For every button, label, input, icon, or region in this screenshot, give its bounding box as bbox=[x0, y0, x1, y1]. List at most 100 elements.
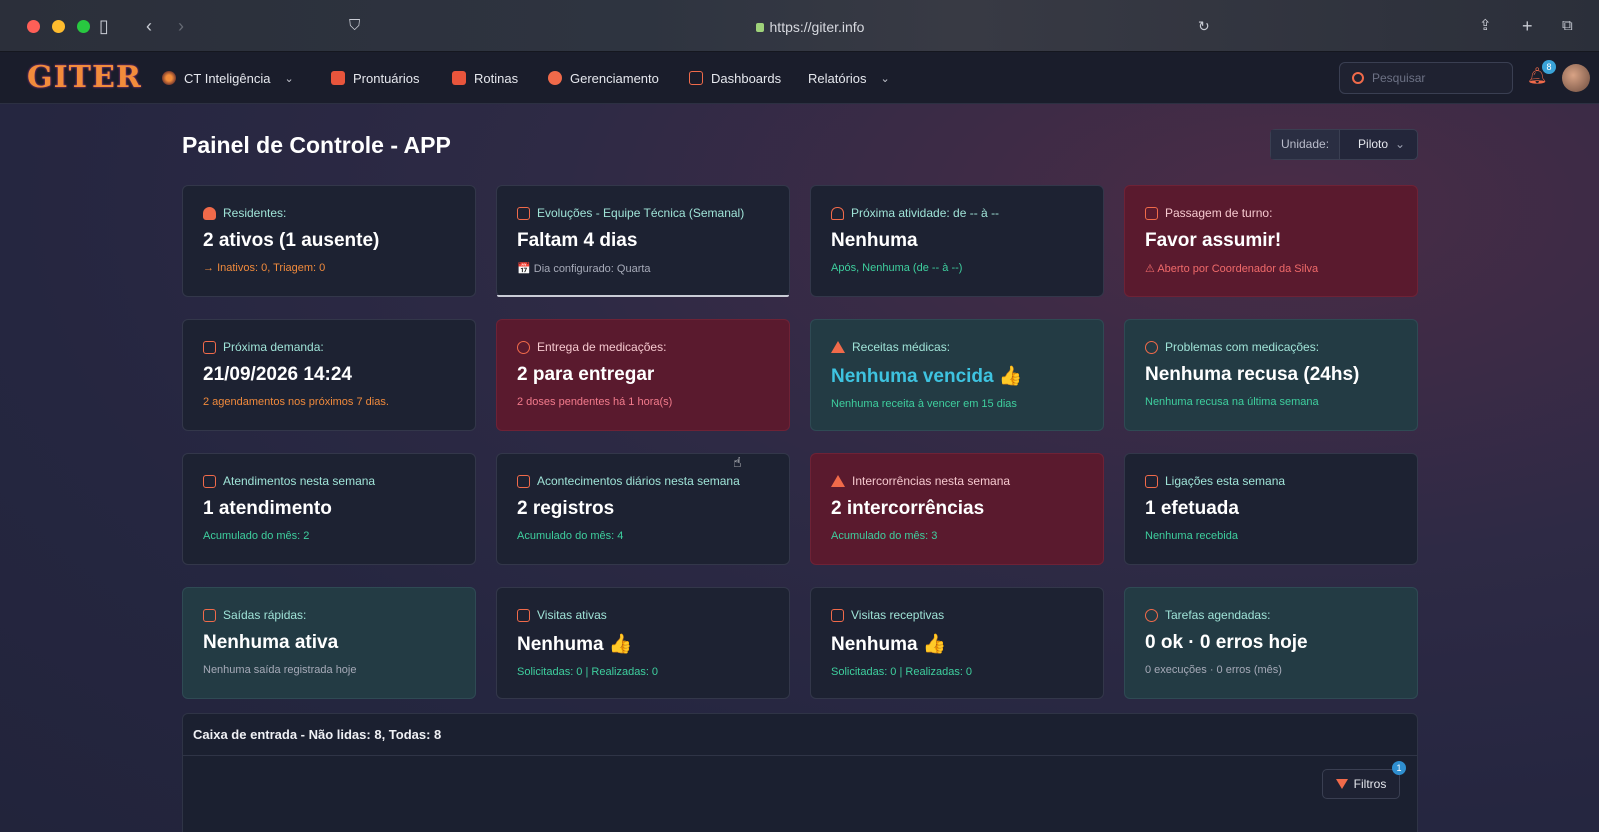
card-title: Passagem de turno: bbox=[1165, 206, 1273, 220]
card-value: Nenhuma 👍 bbox=[831, 634, 947, 655]
card-saidas-rapidas[interactable]: Saídas rápidas: Nenhuma ativa Nenhuma sa… bbox=[182, 587, 476, 699]
search-icon bbox=[1352, 72, 1364, 84]
avatar[interactable] bbox=[1562, 64, 1590, 92]
logo[interactable]: GITER bbox=[27, 60, 142, 95]
page-title: Painel de Controle - APP bbox=[182, 132, 451, 158]
nav-rotinas[interactable]: Rotinas bbox=[452, 68, 518, 88]
card-intercorrencias[interactable]: Intercorrências nesta semana 2 intercorr… bbox=[810, 453, 1104, 565]
card-sub: 📅 Dia configurado: Quarta bbox=[517, 263, 651, 275]
shield-icon[interactable]: ⛉ bbox=[349, 14, 360, 38]
card-value: 2 intercorrências bbox=[831, 498, 985, 519]
bell-icon bbox=[831, 206, 844, 220]
nav-dashboards[interactable]: Dashboards bbox=[689, 68, 781, 88]
card-sub-text: Inativos: 0, Triagem: 0 bbox=[217, 262, 326, 274]
card-title: Problemas com medicações: bbox=[1165, 340, 1320, 354]
unit-select[interactable]: Unidade: Piloto ⌄ bbox=[1270, 129, 1418, 160]
card-visitas-ativas[interactable]: Visitas ativas Nenhuma 👍 Solicitadas: 0 … bbox=[496, 587, 790, 699]
card-value: 2 ativos (1 ausente) bbox=[203, 230, 380, 251]
card-value: Favor assumir! bbox=[1145, 230, 1282, 251]
card-progress-line bbox=[497, 295, 789, 297]
card-sub: Nenhuma recebida bbox=[1145, 530, 1238, 542]
nav-prontuarios[interactable]: Prontuários bbox=[331, 68, 419, 88]
search-box[interactable] bbox=[1339, 62, 1513, 94]
person-icon bbox=[203, 206, 216, 220]
reload-icon[interactable]: ↻ bbox=[1198, 14, 1210, 38]
routine-icon bbox=[452, 71, 466, 85]
lock-icon bbox=[755, 23, 764, 32]
calendar-icon bbox=[203, 340, 216, 354]
unit-label: Unidade: bbox=[1271, 130, 1341, 159]
card-sub: 2 agendamentos nos próximos 7 dias. bbox=[203, 396, 389, 408]
card-title: Visitas receptivas bbox=[851, 608, 945, 622]
nav-gerenciamento[interactable]: Gerenciamento bbox=[548, 68, 659, 88]
card-title: Intercorrências nesta semana bbox=[852, 474, 1011, 488]
card-entrega-medicacoes[interactable]: Entrega de medicações: 2 para entregar 2… bbox=[496, 319, 790, 431]
tabs-overview-icon[interactable]: ⧉ bbox=[1562, 14, 1573, 38]
filter-icon bbox=[1335, 779, 1348, 789]
nav-label: Prontuários bbox=[353, 70, 420, 86]
minimize-window-button[interactable] bbox=[52, 20, 65, 33]
card-value: 2 registros bbox=[517, 498, 615, 519]
card-passagem-turno[interactable]: Passagem de turno: Favor assumir! ⚠ Aber… bbox=[1124, 185, 1418, 297]
card-title: Saídas rápidas: bbox=[223, 608, 307, 622]
card-value: Nenhuma vencida 👍 bbox=[831, 366, 1023, 387]
chat-icon bbox=[203, 474, 216, 488]
unit-value[interactable]: Piloto ⌄ bbox=[1340, 130, 1417, 159]
card-title: Entrega de medicações: bbox=[537, 340, 667, 354]
calendar-icon bbox=[517, 206, 530, 220]
card-sub: Acumulado do mês: 3 bbox=[831, 530, 938, 542]
top-nav: GITER CT Inteligência ⌄ Prontuários Roti… bbox=[0, 52, 1599, 104]
nav-label: Dashboards bbox=[711, 70, 782, 86]
card-title: Ligações esta semana bbox=[1165, 474, 1286, 488]
maximize-window-button[interactable] bbox=[77, 20, 90, 33]
card-value: 0 ok · 0 erros hoje bbox=[1145, 632, 1308, 653]
url-text: https://giter.info bbox=[769, 19, 865, 35]
card-proxima-atividade[interactable]: Próxima atividade: de -- à -- Nenhuma Ap… bbox=[810, 185, 1104, 297]
card-sub: 2 doses pendentes há 1 hora(s) bbox=[517, 396, 673, 408]
notification-badge: 8 bbox=[1542, 60, 1556, 74]
search-input[interactable] bbox=[1372, 71, 1492, 85]
card-ligacoes[interactable]: Ligações esta semana 1 efetuada Nenhuma … bbox=[1124, 453, 1418, 565]
new-tab-icon[interactable]: + bbox=[1522, 14, 1533, 38]
card-sub: Após, Nenhuma (de -- à --) bbox=[831, 262, 963, 274]
card-receitas-medicas[interactable]: Receitas médicas: Nenhuma vencida 👍 Nenh… bbox=[810, 319, 1104, 431]
card-evolucoes[interactable]: Evoluções - Equipe Técnica (Semanal) Fal… bbox=[496, 185, 790, 297]
card-title: Acontecimentos diários nesta semana bbox=[537, 474, 740, 488]
card-sub: Solicitadas: 0 | Realizadas: 0 bbox=[831, 666, 973, 678]
card-residentes[interactable]: Residentes: 2 ativos (1 ausente) → Inati… bbox=[182, 185, 476, 297]
close-window-button[interactable] bbox=[27, 20, 40, 33]
card-sub: Nenhuma receita à vencer em 15 dias bbox=[831, 398, 1017, 410]
card-acontecimentos[interactable]: Acontecimentos diários nesta semana 2 re… bbox=[496, 453, 790, 565]
share-icon[interactable]: ⇪ bbox=[1479, 14, 1492, 38]
card-proxima-demanda[interactable]: Próxima demanda: 21/09/2026 14:24 2 agen… bbox=[182, 319, 476, 431]
card-visitas-receptivas[interactable]: Visitas receptivas Nenhuma 👍 Solicitadas… bbox=[810, 587, 1104, 699]
message-icon bbox=[517, 474, 530, 488]
back-icon[interactable]: ‹ bbox=[146, 14, 152, 38]
hand-cursor-icon: ☝ bbox=[733, 454, 742, 470]
nav-label: Gerenciamento bbox=[570, 70, 659, 86]
app-viewport: GITER CT Inteligência ⌄ Prontuários Roti… bbox=[0, 52, 1599, 832]
card-sub: Acumulado do mês: 4 bbox=[517, 530, 624, 542]
filters-button[interactable]: Filtros bbox=[1322, 769, 1400, 799]
address-bar[interactable]: https://giter.info bbox=[700, 15, 920, 39]
database-icon bbox=[517, 340, 530, 354]
nav-relatorios[interactable]: Relatórios ⌄ bbox=[808, 68, 890, 88]
book-icon bbox=[1145, 206, 1158, 220]
unit-value-text: Piloto bbox=[1358, 137, 1389, 151]
nav-ct-inteligencia[interactable]: CT Inteligência ⌄ bbox=[162, 68, 294, 88]
card-tarefas-agendadas[interactable]: Tarefas agendadas: 0 ok · 0 erros hoje 0… bbox=[1124, 587, 1418, 699]
inbox-panel: Caixa de entrada - Não lidas: 8, Todas: … bbox=[182, 713, 1418, 832]
exit-icon bbox=[517, 608, 530, 622]
forward-icon[interactable]: › bbox=[178, 14, 184, 38]
chevron-down-icon: ⌄ bbox=[880, 72, 890, 85]
sidebar-toggle-icon[interactable]: ▯ bbox=[99, 14, 109, 38]
card-problemas-medicacoes[interactable]: Problemas com medicações: Nenhuma recusa… bbox=[1124, 319, 1418, 431]
warning-icon: ⚠ bbox=[1145, 263, 1158, 275]
card-sub: 0 execuções · 0 erros (mês) bbox=[1145, 664, 1282, 676]
card-value: Nenhuma 👍 bbox=[517, 634, 633, 655]
card-value: 21/09/2026 14:24 bbox=[203, 364, 352, 385]
card-title: Residentes: bbox=[223, 206, 287, 220]
card-atendimentos[interactable]: Atendimentos nesta semana 1 atendimento … bbox=[182, 453, 476, 565]
card-sub-text: Aberto por Coordenador da Silva bbox=[1157, 263, 1319, 275]
ct-logo-icon bbox=[162, 71, 176, 85]
